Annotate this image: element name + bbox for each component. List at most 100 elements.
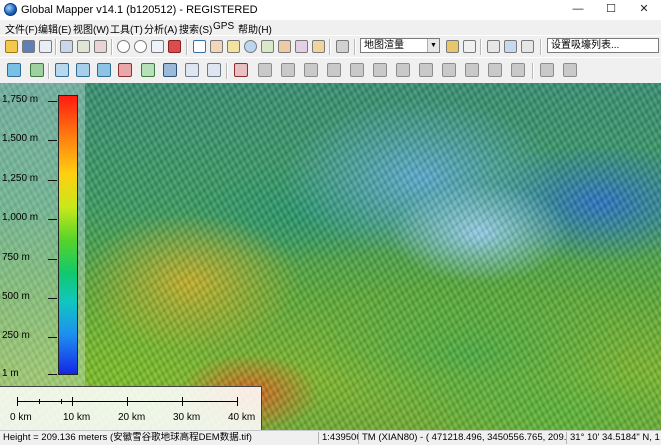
pan-tool-button[interactable] [208,38,225,55]
digitizer-icon [295,40,308,53]
catalog-icon [60,40,73,53]
digitize-tool-25[interactable] [561,61,578,78]
digitize-tool-22[interactable] [486,61,503,78]
tool-b-button[interactable] [502,38,519,55]
legend-label: 1,750 m [2,94,39,105]
digitize-tool-16[interactable] [348,61,365,78]
vertex-points-icon [185,63,199,77]
digitize-tool-14[interactable] [302,61,319,78]
shader-options-button[interactable] [310,38,327,55]
digitize-tool-12[interactable] [256,61,273,78]
measure-tool-button[interactable] [225,38,242,55]
menu-view[interactable]: 视图(W) [73,21,109,36]
menu-file[interactable]: 文件(F) [5,21,38,36]
disabled-tool-icon [465,63,479,77]
digitize-tool-7[interactable] [139,61,156,78]
digitize-tool-2[interactable] [28,61,45,78]
split-feature-icon [118,63,132,77]
digitize-tool-10[interactable] [205,61,222,78]
menu-edit[interactable]: 编辑(E) [38,21,71,36]
digitize-tool-23[interactable] [509,61,526,78]
digitize-tool-3[interactable] [53,61,70,78]
disabled-tool-icon [511,63,525,77]
home-button[interactable] [166,38,183,55]
digitize-tool-4[interactable] [74,61,91,78]
view-shed-button[interactable] [259,38,276,55]
contrast-icon [463,40,476,53]
layers-icon [77,40,90,53]
menu-bar: 文件(F) 编辑(E) 视图(W) 工具(T) 分析(A) 搜索(S) GPS … [0,20,661,36]
map-canvas[interactable]: 1,750 m 1,500 m 1,250 m 1,000 m 750 m 50… [0,83,661,430]
status-bar: Height = 209.136 meters (安徽雪谷歌地球高程DEM数据.… [0,430,661,445]
digitize-tool-17[interactable] [371,61,388,78]
scale-tick [72,397,73,406]
legend-label: 1,500 m [2,133,39,144]
menu-analysis[interactable]: 分析(A) [144,21,177,36]
status-height: Height = 209.136 meters (安徽雪谷歌地球高程DEM数据.… [3,432,252,443]
scale-tick [39,399,40,404]
legend-tick [48,298,57,299]
feature-select[interactable]: 设置吸壕列表... [547,38,659,53]
save-button[interactable] [20,38,37,55]
menu-search[interactable]: 搜索(S) [179,21,212,36]
page-icon [504,40,517,53]
digitize-tool-5[interactable] [95,61,112,78]
legend-label: 1,000 m [2,212,39,223]
chevron-down-icon[interactable]: ▼ [427,39,439,52]
folder-icon [5,40,18,53]
toolbar-separator [480,39,482,55]
digitize-tool-6[interactable] [116,61,133,78]
digitize-tool-15[interactable] [325,61,342,78]
legend-tick [48,219,57,220]
scale-tick [17,397,18,406]
shader-select[interactable]: 地图渲量 ▼ [360,38,440,53]
elevation-color-ramp [58,95,78,375]
edit-vertex-icon [55,63,69,77]
digitize-tool-21[interactable] [463,61,480,78]
digitize-tool-19[interactable] [417,61,434,78]
minimize-button[interactable]: — [562,0,594,20]
home-icon [168,40,181,53]
toolbar-separator [226,63,228,79]
path-profile-button[interactable] [276,38,293,55]
digitize-tool-24[interactable] [538,61,555,78]
toolbar-separator [55,39,57,55]
zoom-in-button[interactable] [115,38,132,55]
contrast-button[interactable] [461,38,478,55]
digitize-tool-1[interactable] [5,61,22,78]
digitize-tool-9[interactable] [183,61,200,78]
zoom-full-icon [151,40,164,53]
tool-a-button[interactable] [485,38,502,55]
digitize-tool-18[interactable] [394,61,411,78]
zoom-full-button[interactable] [149,38,166,55]
close-button[interactable]: ✕ [628,0,660,20]
digitize-tool-11[interactable] [232,61,249,78]
zoom-out-button[interactable] [132,38,149,55]
info-tool-button[interactable] [242,38,259,55]
3d-view-button[interactable] [334,38,351,55]
open-folder-button[interactable] [3,38,20,55]
legend-label: 1,250 m [2,173,39,184]
menu-help[interactable]: 帮助(H) [238,21,272,36]
maximize-button[interactable]: ☐ [595,0,627,20]
menu-tools[interactable]: 工具(T) [110,21,143,36]
disabled-tool-icon [258,63,272,77]
grid-points-icon [163,63,177,77]
digitizer-button[interactable] [293,38,310,55]
config-button[interactable] [92,38,109,55]
legend-tick [48,140,57,141]
disabled-tool-icon [327,63,341,77]
digitize-tool-20[interactable] [440,61,457,78]
digitize-tool-13[interactable] [279,61,296,78]
digitize-tool-8[interactable] [161,61,178,78]
export-button[interactable] [37,38,54,55]
tool-c-button[interactable] [519,38,536,55]
shader-config-button[interactable] [444,38,461,55]
menu-gps[interactable]: GPS [213,21,234,32]
catalog-button[interactable] [58,38,75,55]
control-center-button[interactable] [75,38,92,55]
toolbar-separator [186,39,188,55]
select-tool-button[interactable] [191,38,208,55]
pin-icon [487,40,500,53]
toolbar-separator [329,39,331,55]
